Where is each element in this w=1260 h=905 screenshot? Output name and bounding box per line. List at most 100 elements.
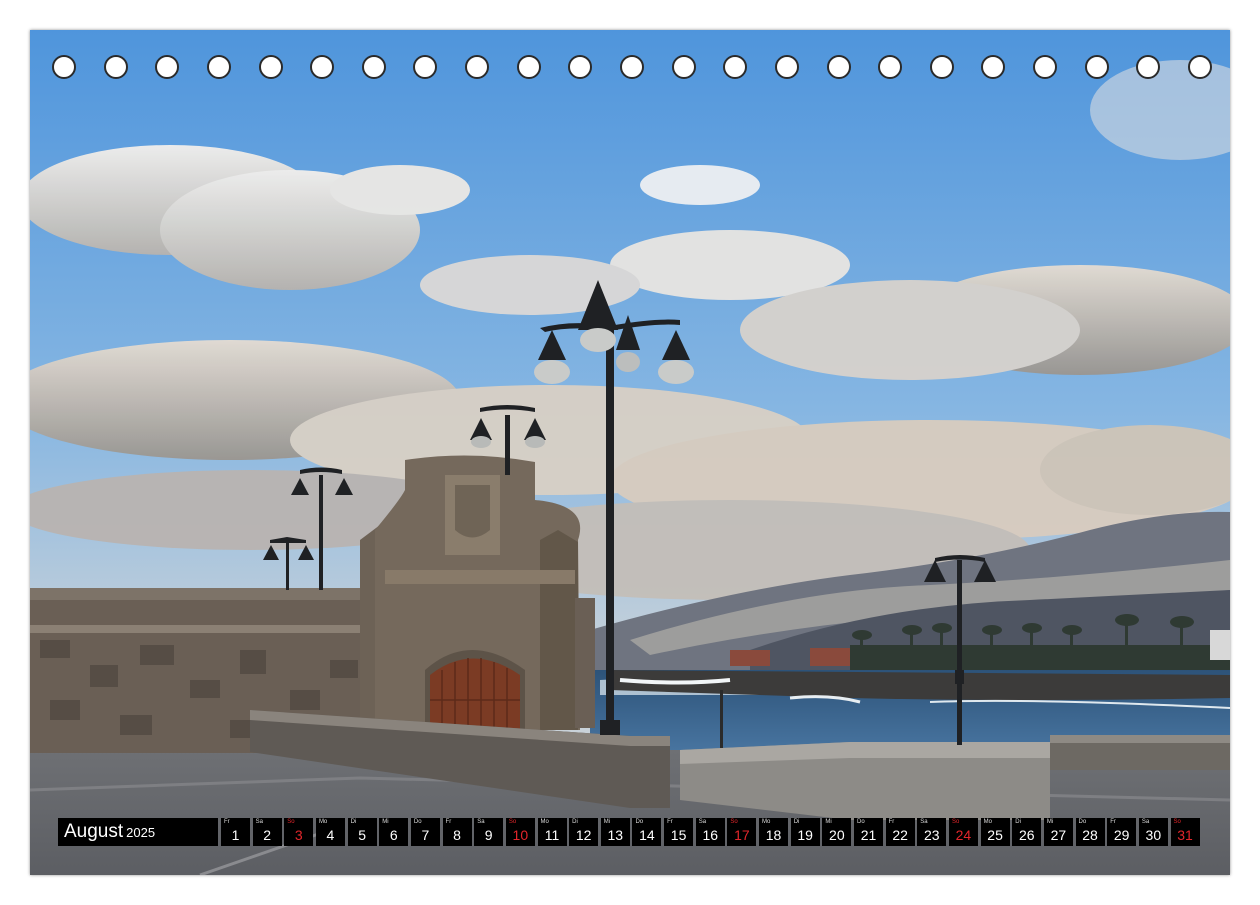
- weekday-label: Do: [413, 819, 422, 825]
- weekday-label: Mi: [825, 819, 832, 825]
- binding-hole: [723, 55, 748, 79]
- day-number: 7: [421, 827, 430, 843]
- weekday-label: Di: [350, 819, 357, 825]
- weekday-label: Di: [793, 819, 800, 825]
- binding-hole: [258, 55, 283, 79]
- day-cell: Di 26: [1012, 818, 1042, 846]
- binding-hole: [1136, 55, 1161, 79]
- binding-hole: [361, 55, 386, 79]
- weekday-label: Sa: [698, 819, 707, 825]
- day-number: 17: [734, 827, 750, 843]
- weekday-label: Mi: [1046, 819, 1054, 825]
- weekday-label: Fr: [667, 819, 673, 825]
- day-cell: Di 12: [569, 818, 599, 846]
- day-number: 27: [1050, 827, 1067, 843]
- weekday-label: Sa: [920, 819, 928, 825]
- day-cell: Mi 6: [379, 818, 409, 846]
- day-number: 12: [575, 827, 592, 843]
- binding-hole: [620, 55, 644, 79]
- day-cell: Sa 2: [252, 818, 282, 846]
- weekday-label: Fr: [224, 819, 230, 825]
- day-number: 31: [1177, 827, 1193, 843]
- weekday-label: Sa: [1141, 819, 1150, 825]
- binding-hole: [52, 55, 76, 79]
- day-number: 2: [263, 827, 272, 843]
- binding-hole: [671, 55, 696, 79]
- month-label: August 2025: [58, 818, 218, 846]
- day-number: 20: [829, 827, 845, 843]
- weekday-label: Do: [1078, 819, 1087, 825]
- day-cell: Mi 20: [822, 818, 852, 846]
- day-cell: So 3: [284, 818, 314, 846]
- binding-holes: [52, 55, 1212, 81]
- binding-hole: [155, 55, 180, 79]
- weekday-label: Mo: [983, 819, 992, 825]
- month-year: 2025: [126, 825, 156, 840]
- day-number: 19: [797, 827, 813, 843]
- day-number: 8: [453, 827, 461, 843]
- day-cell: Sa 30: [1138, 818, 1168, 846]
- day-number: 26: [1018, 827, 1035, 843]
- weekday-label: So: [287, 819, 295, 825]
- binding-hole: [103, 55, 128, 79]
- binding-hole: [465, 55, 490, 79]
- day-cell: So 10: [505, 818, 535, 846]
- day-number: 22: [892, 827, 908, 843]
- day-cell: So 24: [948, 818, 978, 846]
- day-number: 24: [955, 827, 972, 843]
- day-cell: Do 28: [1075, 818, 1105, 846]
- weekday-label: Do: [857, 819, 865, 825]
- binding-hole: [310, 55, 335, 79]
- day-number: 30: [1145, 827, 1162, 843]
- day-number: 15: [670, 827, 687, 843]
- day-number: 16: [702, 827, 719, 843]
- day-cell: Do 21: [854, 818, 883, 846]
- weekday-label: Di: [1015, 819, 1021, 825]
- binding-hole: [826, 55, 851, 79]
- day-number: 28: [1082, 827, 1098, 843]
- day-cell: Di 19: [790, 818, 820, 846]
- day-cell: Mo 18: [759, 818, 789, 846]
- day-number: 21: [860, 827, 877, 843]
- weekday-label: So: [951, 819, 960, 825]
- day-number: 5: [358, 827, 366, 843]
- calendar-photo: [30, 30, 1230, 875]
- day-number: 25: [987, 827, 1003, 843]
- binding-hole: [1033, 55, 1058, 79]
- binding-hole: [516, 55, 541, 79]
- day-number: 6: [389, 827, 398, 843]
- weekday-label: Fr: [888, 819, 895, 825]
- day-cell: So 17: [727, 818, 757, 846]
- day-cell: Mo 11: [537, 818, 567, 846]
- binding-hole: [206, 55, 231, 79]
- weekday-label: Mi: [603, 819, 611, 825]
- day-number: 9: [484, 827, 493, 843]
- day-number: 1: [231, 827, 240, 843]
- binding-hole: [878, 55, 903, 79]
- day-number: 29: [1113, 827, 1130, 843]
- day-cell: Sa 9: [474, 818, 504, 846]
- binding-hole: [981, 55, 1006, 79]
- day-cell: Do 14: [632, 818, 662, 846]
- day-cell: Sa 23: [917, 818, 947, 846]
- day-cell: Fr 15: [664, 818, 694, 846]
- weekday-label: So: [1173, 819, 1181, 825]
- weekday-label: Mi: [382, 819, 389, 825]
- day-number: 13: [607, 827, 624, 843]
- day-cell: Fr 1: [221, 818, 250, 846]
- weekday-label: So: [508, 819, 517, 825]
- weekday-label: Mo: [318, 819, 328, 825]
- weekday-label: So: [730, 819, 738, 825]
- binding-hole: [929, 55, 954, 79]
- day-cell: Fr 29: [1107, 818, 1137, 846]
- weekday-label: Sa: [255, 819, 263, 825]
- day-cell: So 31: [1170, 818, 1200, 846]
- binding-hole: [568, 55, 593, 79]
- weekday-label: Fr: [445, 819, 452, 825]
- calendar-strip: August 2025 Fr 1 Sa 2 So 3 Mo 4 Di 5 Mi 6 Do 7 Fr 8 Sa 9 So…: [58, 818, 1204, 846]
- weekday-label: Di: [572, 819, 578, 825]
- month-name: August: [64, 821, 124, 842]
- weekday-label: Mo: [762, 819, 771, 825]
- day-cell: Mo 4: [315, 818, 345, 846]
- day-cell: Sa 16: [695, 818, 725, 846]
